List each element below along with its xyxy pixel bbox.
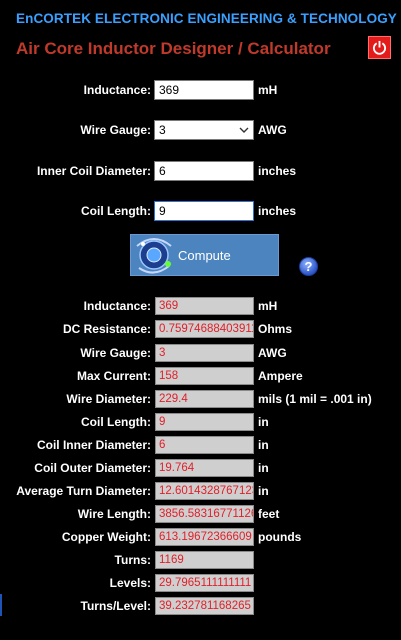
help-button[interactable]: ?	[299, 257, 318, 276]
result-unit: in	[258, 415, 269, 429]
result-unit: mH	[258, 299, 278, 313]
inner-diameter-input[interactable]	[154, 161, 254, 181]
result-unit: Ampere	[258, 369, 303, 383]
power-icon	[372, 40, 387, 55]
result-unit: in	[258, 484, 269, 498]
chevron-down-icon	[239, 122, 249, 143]
result-value: 158	[155, 367, 254, 385]
power-button[interactable]	[368, 36, 391, 59]
result-label: Wire Diameter:	[66, 392, 151, 406]
result-value: 3	[155, 344, 254, 362]
result-unit: mils (1 mil = .001 in)	[258, 392, 372, 406]
result-value: 229.4	[155, 390, 254, 408]
result-label: Coil Inner Diameter:	[36, 438, 151, 452]
wire-gauge-unit: AWG	[258, 123, 287, 137]
result-value: 12.6014328767123	[155, 482, 254, 500]
result-label: Coil Outer Diameter:	[34, 461, 151, 475]
result-label: DC Resistance:	[62, 322, 151, 336]
result-label: Turns/Level:	[80, 599, 151, 613]
result-value: 0.75974688403911	[155, 320, 254, 338]
gear-icon	[136, 238, 172, 274]
inductance-input[interactable]	[154, 80, 254, 100]
compute-button[interactable]: Compute	[130, 234, 279, 276]
result-label: Wire Length:	[77, 507, 151, 521]
result-unit: in	[258, 461, 269, 475]
result-unit: Ohms	[258, 322, 293, 336]
coil-length-label: Coil Length:	[81, 204, 151, 218]
inner-diameter-label: Inner Coil Diameter:	[36, 164, 151, 178]
inner-diameter-unit: inches	[258, 164, 297, 178]
brand-header: EnCORTEK ELECTRONIC ENGINEERING & TECHNO…	[16, 11, 397, 26]
result-label: Inductance:	[83, 299, 151, 313]
result-label: Average Turn Diameter:	[16, 484, 151, 498]
result-value: 1169	[155, 551, 254, 569]
result-unit: pounds	[258, 530, 302, 544]
inductance-label: Inductance:	[83, 83, 151, 97]
result-label: Turns:	[114, 553, 151, 567]
result-value: 19.764	[155, 459, 254, 477]
result-label: Copper Weight:	[61, 530, 151, 544]
result-value: 369	[155, 297, 254, 315]
result-value: 613.19672366609	[155, 528, 254, 546]
wire-gauge-label: Wire Gauge:	[80, 123, 151, 137]
result-unit: in	[258, 438, 269, 452]
app-title: Air Core Inductor Designer / Calculator	[16, 39, 331, 58]
result-unit: feet	[258, 507, 280, 521]
compute-label: Compute	[178, 248, 231, 263]
result-value: 6	[155, 436, 254, 454]
result-label: Max Current:	[76, 369, 151, 383]
result-label: Wire Gauge:	[80, 346, 151, 360]
help-icon: ?	[304, 259, 313, 274]
result-value: 29.7965111111111	[155, 574, 254, 592]
wire-gauge-value: 3	[159, 123, 166, 137]
inductance-unit: mH	[258, 83, 278, 97]
result-label: Coil Length:	[81, 415, 151, 429]
result-value: 3856.58316771126	[155, 505, 254, 523]
window-edge	[0, 594, 2, 616]
result-value: 9	[155, 413, 254, 431]
result-label: Levels:	[109, 576, 151, 590]
result-value: 39.232781168265	[155, 597, 254, 615]
coil-length-input[interactable]	[154, 201, 254, 221]
result-unit: AWG	[258, 346, 287, 360]
wire-gauge-select[interactable]: 3	[154, 120, 254, 140]
coil-length-unit: inches	[258, 204, 297, 218]
